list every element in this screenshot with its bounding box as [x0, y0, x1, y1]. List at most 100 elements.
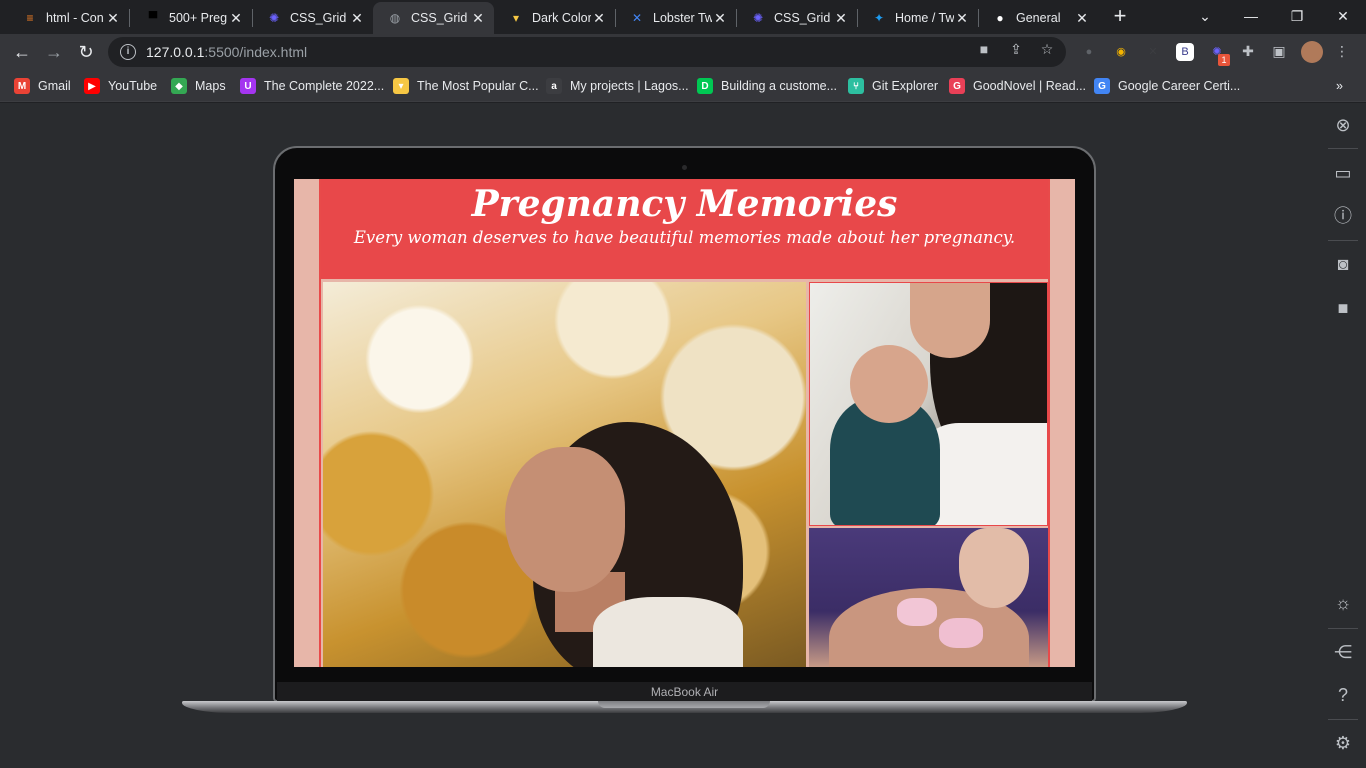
bookmark-label: The Complete 2022...	[264, 79, 385, 93]
bookmark-label: The Most Popular C...	[417, 79, 539, 93]
more-bookmarks-icon[interactable]: »	[1336, 76, 1343, 96]
excel-ext-icon[interactable]: ✕	[1144, 43, 1162, 61]
goodnovel-icon: G	[949, 78, 965, 94]
menu-kebab-icon[interactable]: ⋮	[1334, 43, 1350, 59]
divider	[1328, 628, 1358, 629]
settings-gear-icon[interactable]: ⚙	[1333, 733, 1353, 753]
extensions-puzzle-icon[interactable]: ✚	[1240, 43, 1256, 59]
tab-title: Home / Tw	[895, 11, 954, 25]
tab-search-chevron-icon[interactable]: ⌄	[1182, 4, 1228, 28]
photo-baby-booties	[809, 528, 1048, 667]
tab-title: General	[1016, 11, 1061, 25]
bookmark-8[interactable]: G GoodNovel | Read...	[949, 76, 1086, 96]
address-bar[interactable]: i 127.0.0.1:5500/index.html	[108, 37, 1066, 67]
info-icon[interactable]: ⓘ	[1333, 206, 1353, 226]
google-icon: G	[1094, 78, 1110, 94]
brightness-icon[interactable]: ☼	[1333, 593, 1353, 613]
forward-button[interactable]: →	[42, 40, 66, 64]
screenshot-camera-icon[interactable]: ◙	[1333, 254, 1353, 274]
url-path: :5500/index.html	[204, 44, 308, 60]
tab-close-icon[interactable]: ✕	[349, 10, 365, 27]
restore-button[interactable]: ❐	[1274, 4, 1320, 28]
bookmark-0[interactable]: M Gmail	[14, 76, 71, 96]
tab-close-icon[interactable]: ✕	[591, 10, 607, 27]
tab-7[interactable]: ✦ Home / Tw ✕	[857, 2, 978, 34]
profile-avatar[interactable]	[1301, 41, 1323, 63]
share-icon[interactable]: ⇪	[1008, 41, 1024, 57]
tab-title: 500+ Preg	[169, 11, 228, 25]
bookmark-label: YouTube	[108, 79, 158, 93]
site-header: Pregnancy Memories Every woman deserves …	[321, 179, 1048, 279]
divider	[1328, 719, 1358, 720]
url-text[interactable]: 127.0.0.1:5500/index.html	[146, 44, 307, 60]
laptop-chin: MacBook Air	[277, 682, 1092, 702]
tab-0[interactable]: ≡ html - Con ✕	[8, 2, 129, 34]
bookmark-3[interactable]: U The Complete 2022...	[240, 76, 384, 96]
bookmark-1[interactable]: ▶ YouTube	[84, 76, 157, 96]
bitly-ext-icon[interactable]: B	[1176, 43, 1194, 61]
tab-3[interactable]: ◍ CSS_Grid ✕	[373, 2, 494, 34]
close-window-button[interactable]: ✕	[1320, 4, 1366, 28]
tab-title: Dark Color	[532, 11, 591, 25]
bookmark-2[interactable]: ◆ Maps	[171, 76, 226, 96]
photo-detail	[959, 528, 1029, 608]
codepen-star-icon: ✺	[268, 11, 280, 25]
codepen-star-icon: ✺	[752, 11, 764, 25]
url-host: 127.0.0.1	[146, 44, 205, 60]
tab-separator	[129, 9, 130, 27]
bookmark-6[interactable]: D Building a custome...	[697, 76, 837, 96]
bookmark-5[interactable]: a My projects | Lagos...	[546, 76, 689, 96]
tab-4[interactable]: ▾ Dark Color ✕	[494, 2, 615, 34]
bookmark-7[interactable]: ⑂ Git Explorer	[848, 76, 938, 96]
youtube-icon: ▶	[84, 78, 100, 94]
toolbar: ← → ↻ i 127.0.0.1:5500/index.html ■ ⇪ ☆ …	[0, 34, 1366, 70]
new-tab-button[interactable]: +	[1109, 5, 1131, 28]
gmail-icon: M	[14, 78, 30, 94]
tab-close-icon[interactable]: ✕	[105, 10, 121, 27]
tab-5[interactable]: ✕ Lobster Tw ✕	[615, 2, 736, 34]
photo-detail	[850, 345, 928, 423]
bookmark-label: GoodNovel | Read...	[973, 79, 1087, 93]
side-panel-icon[interactable]: ▣	[1271, 43, 1287, 59]
device-label: MacBook Air	[650, 685, 719, 699]
minimize-button[interactable]: —	[1228, 4, 1274, 28]
video-record-icon[interactable]: ■	[1333, 298, 1353, 318]
tab-close-icon[interactable]: ✕	[712, 10, 728, 27]
photo-detail	[593, 597, 743, 667]
back-button[interactable]: ←	[10, 40, 34, 64]
bookmarks-bar: » M Gmail ▶ YouTube ◆ Maps U The Complete 2022.…	[0, 70, 1366, 102]
site-info-icon[interactable]: i	[120, 44, 136, 60]
udemy-icon: U	[240, 78, 256, 94]
altschool-icon: a	[546, 78, 562, 94]
dev-icon: D	[697, 78, 713, 94]
bookmark-9[interactable]: G Google Career Certi...	[1094, 76, 1240, 96]
tab-2[interactable]: ✺ CSS_Grid - ✕	[252, 2, 373, 34]
devices-icon[interactable]: ▭	[1333, 163, 1353, 183]
tab-1[interactable]: ▀ 500+ Preg ✕	[131, 2, 252, 34]
photo-detail	[939, 618, 983, 648]
bookmark-4[interactable]: ▾ The Most Popular C...	[393, 76, 539, 96]
bookmark-label: Gmail	[38, 79, 71, 93]
tab-close-icon[interactable]: ✕	[1074, 10, 1090, 27]
tab-6[interactable]: ✺ CSS_Grid - ✕	[736, 2, 857, 34]
bookmark-label: Google Career Certi...	[1118, 79, 1241, 93]
reload-button[interactable]: ↻	[74, 40, 98, 64]
tab-close-icon[interactable]: ✕	[228, 10, 244, 27]
help-icon[interactable]: ?	[1333, 685, 1353, 705]
tab-close-icon[interactable]: ✕	[470, 10, 486, 27]
tab-8[interactable]: ● General ✕	[978, 2, 1098, 34]
bookmark-star-icon[interactable]: ☆	[1039, 41, 1055, 57]
unsplash-icon: ▀	[148, 11, 158, 25]
site-subtitle: Every woman deserves to have beautiful m…	[353, 228, 1016, 247]
share-nodes-icon[interactable]: ⋲	[1333, 642, 1353, 662]
bookmark-label: Maps	[195, 79, 226, 93]
mic-ext-icon[interactable]: ●	[1080, 43, 1098, 61]
bookmark-label: Git Explorer	[872, 79, 938, 93]
tab-close-icon[interactable]: ✕	[954, 10, 970, 27]
close-icon[interactable]: ⊗	[1333, 115, 1353, 135]
colorzilla-ext-icon[interactable]: ◉	[1112, 43, 1130, 61]
tab-close-icon[interactable]: ✕	[833, 10, 849, 27]
photo-detail	[910, 283, 990, 358]
laptop-notch	[598, 701, 770, 708]
camera-in-use-icon[interactable]: ■	[976, 41, 992, 57]
